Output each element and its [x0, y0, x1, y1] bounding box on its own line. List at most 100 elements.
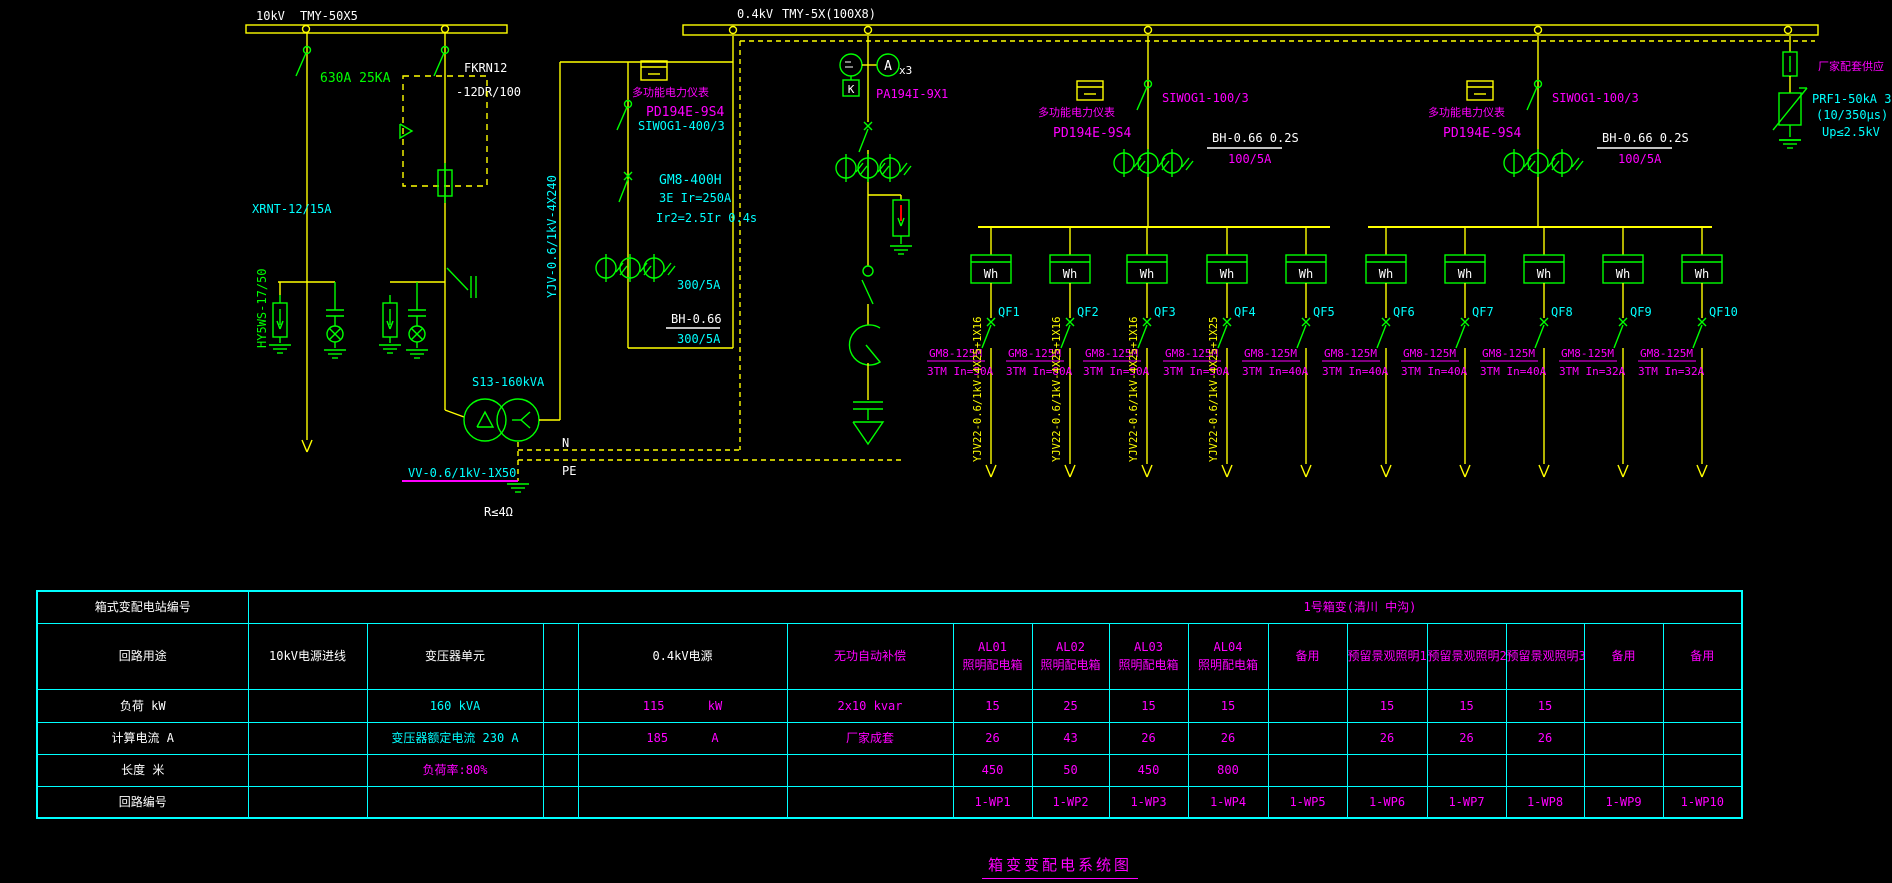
table-cell: 15	[1426, 688, 1507, 723]
column-header-line1: AL02	[1056, 640, 1085, 654]
column-header-line1: 10kV电源进线	[269, 649, 346, 663]
qf-label: QF4	[1234, 305, 1256, 319]
load-arrow-icon	[1617, 464, 1624, 478]
diagram-label: 多功能电力仪表	[1038, 105, 1115, 119]
table-cell: 26	[1505, 721, 1585, 755]
usage-label: 回路用途	[36, 622, 249, 690]
diagram-line	[903, 165, 912, 176]
transformer-hv-winding-icon	[463, 398, 507, 442]
column-header-line2: 照明配电箱	[962, 658, 1023, 672]
table-cell	[247, 753, 368, 787]
load-arrow-icon	[306, 439, 313, 453]
load-table: 箱式变配电站编号 1号箱变(清川 中沟) 回路用途 10kV电源进线 变压器单元 0.4k…	[36, 590, 1744, 819]
diagram-label: BH-0.66 0.2S	[1212, 131, 1299, 145]
diagram-label: 100/5A	[1228, 152, 1272, 166]
table-cell	[577, 753, 788, 787]
diagram-line	[520, 419, 531, 429]
wh-meter-label: Wh	[1220, 267, 1234, 281]
load-schedule-table: 箱式变配电站编号 1号箱变(清川 中沟) 回路用途 10kV电源进线 变压器单元 0.4k…	[36, 590, 1744, 819]
table-cell: 800	[1187, 753, 1269, 787]
qf-label: QF2	[1077, 305, 1099, 319]
load-arrow-icon	[1380, 464, 1387, 478]
station-label: 箱式变配电站编号	[36, 590, 249, 624]
hv-busbar	[245, 24, 508, 34]
column-header-line1: 备用	[1690, 649, 1715, 663]
diagram-label: PD194E-9S4	[646, 105, 724, 120]
breaker-trip-label: 3TM In=32A	[1559, 365, 1626, 378]
lv-busbar	[682, 24, 1819, 36]
diagram-line	[899, 162, 908, 173]
wh-meter-label: Wh	[1063, 267, 1077, 281]
column-header: 备用	[1583, 622, 1664, 690]
column-header-line2: 照明配电箱	[1197, 658, 1258, 672]
table-cell	[577, 785, 788, 819]
diagram-label: 厂家配套供应	[1818, 59, 1884, 73]
wh-meter-label: Wh	[1379, 267, 1393, 281]
load-arrow-icon	[990, 464, 997, 478]
load-arrow-icon	[1305, 464, 1312, 478]
kwh-meter-icon	[640, 60, 668, 81]
wh-meter-label: Wh	[1458, 267, 1472, 281]
table-cell	[1662, 688, 1743, 723]
earth-switch-icon	[446, 267, 469, 291]
table-cell	[1426, 753, 1507, 787]
load-arrow-icon	[1701, 464, 1708, 478]
table-cell	[247, 721, 368, 755]
switch-blade-icon	[433, 52, 445, 77]
delta-icon	[476, 410, 495, 428]
table-cell: 450	[1108, 753, 1189, 787]
table-cell	[1505, 753, 1585, 787]
diagram-label: VV-0.6/1kV-1X50	[408, 466, 516, 480]
qf-label: QF3	[1154, 305, 1176, 319]
load-arrow-icon	[1385, 464, 1392, 478]
breaker-trip-label: 3TM In=40A	[1242, 365, 1309, 378]
station-value: 1号箱变(清川 中沟)	[247, 590, 1743, 624]
column-header-line2: 照明配电箱	[1040, 658, 1101, 672]
column-header: AL01 照明配电箱	[952, 622, 1033, 690]
table-cell: 1-WP8	[1505, 785, 1585, 819]
load-arrow-icon	[1459, 464, 1466, 478]
table-cell: 43	[1031, 721, 1110, 755]
qf-label: QF5	[1313, 305, 1335, 319]
diagram-line	[1772, 87, 1808, 131]
table-cell: 1-WP3	[1108, 785, 1189, 819]
switch-blade-icon	[1136, 86, 1148, 111]
breaker-model-label: GM8-125M	[1482, 347, 1535, 360]
table-cell: 负荷率:80%	[366, 753, 544, 787]
bus-tap-icon	[863, 25, 873, 35]
wh-meter-label: Wh	[1616, 267, 1630, 281]
diagram-label: 300/5A	[677, 332, 721, 346]
breaker-icon	[1613, 324, 1624, 349]
wh-meter-label: Wh	[1695, 267, 1709, 281]
diagram-line	[881, 165, 890, 176]
table-cell: 1-WP7	[1426, 785, 1507, 819]
column-header	[542, 622, 579, 690]
breaker-trip-label: 3TM In=40A	[1322, 365, 1389, 378]
diagram-line	[1181, 157, 1190, 168]
column-header: 变压器单元	[366, 622, 544, 690]
qf-label: QF8	[1551, 305, 1573, 319]
breaker-icon	[1376, 324, 1387, 349]
table-cell	[1267, 721, 1348, 755]
table-cell	[542, 688, 579, 723]
bus-tap-icon	[1143, 25, 1153, 35]
table-cell: 15	[1346, 688, 1428, 723]
table-cell: 26	[1346, 721, 1428, 755]
diagram-label: YJV-0.6/1kV-4X240	[545, 175, 559, 298]
table-cell	[1583, 753, 1664, 787]
table-cell: 厂家成套	[786, 721, 954, 755]
load-arrow-icon	[1146, 464, 1153, 478]
wh-meter-label: Wh	[1537, 267, 1551, 281]
kwh-meter-icon	[1076, 80, 1104, 101]
cable-label: YJV22-0.6/1kV-4X25+1X16	[1051, 317, 1063, 462]
qf-label: QF7	[1472, 305, 1494, 319]
bus-tap-icon	[440, 24, 450, 34]
kwh-meter-icon	[1466, 80, 1494, 101]
diagram-label: S13-160kVA	[472, 375, 545, 389]
column-header-line1: 预留景观照明1	[1347, 649, 1427, 663]
diagram-label: Ir2=2.5Ir 0.4s	[656, 211, 757, 225]
load-arrow-icon	[1622, 464, 1629, 478]
diagram-label: PE	[562, 464, 576, 478]
diagram-label: TMY-50X5	[300, 9, 358, 23]
wh-meter-label: Wh	[1299, 267, 1313, 281]
